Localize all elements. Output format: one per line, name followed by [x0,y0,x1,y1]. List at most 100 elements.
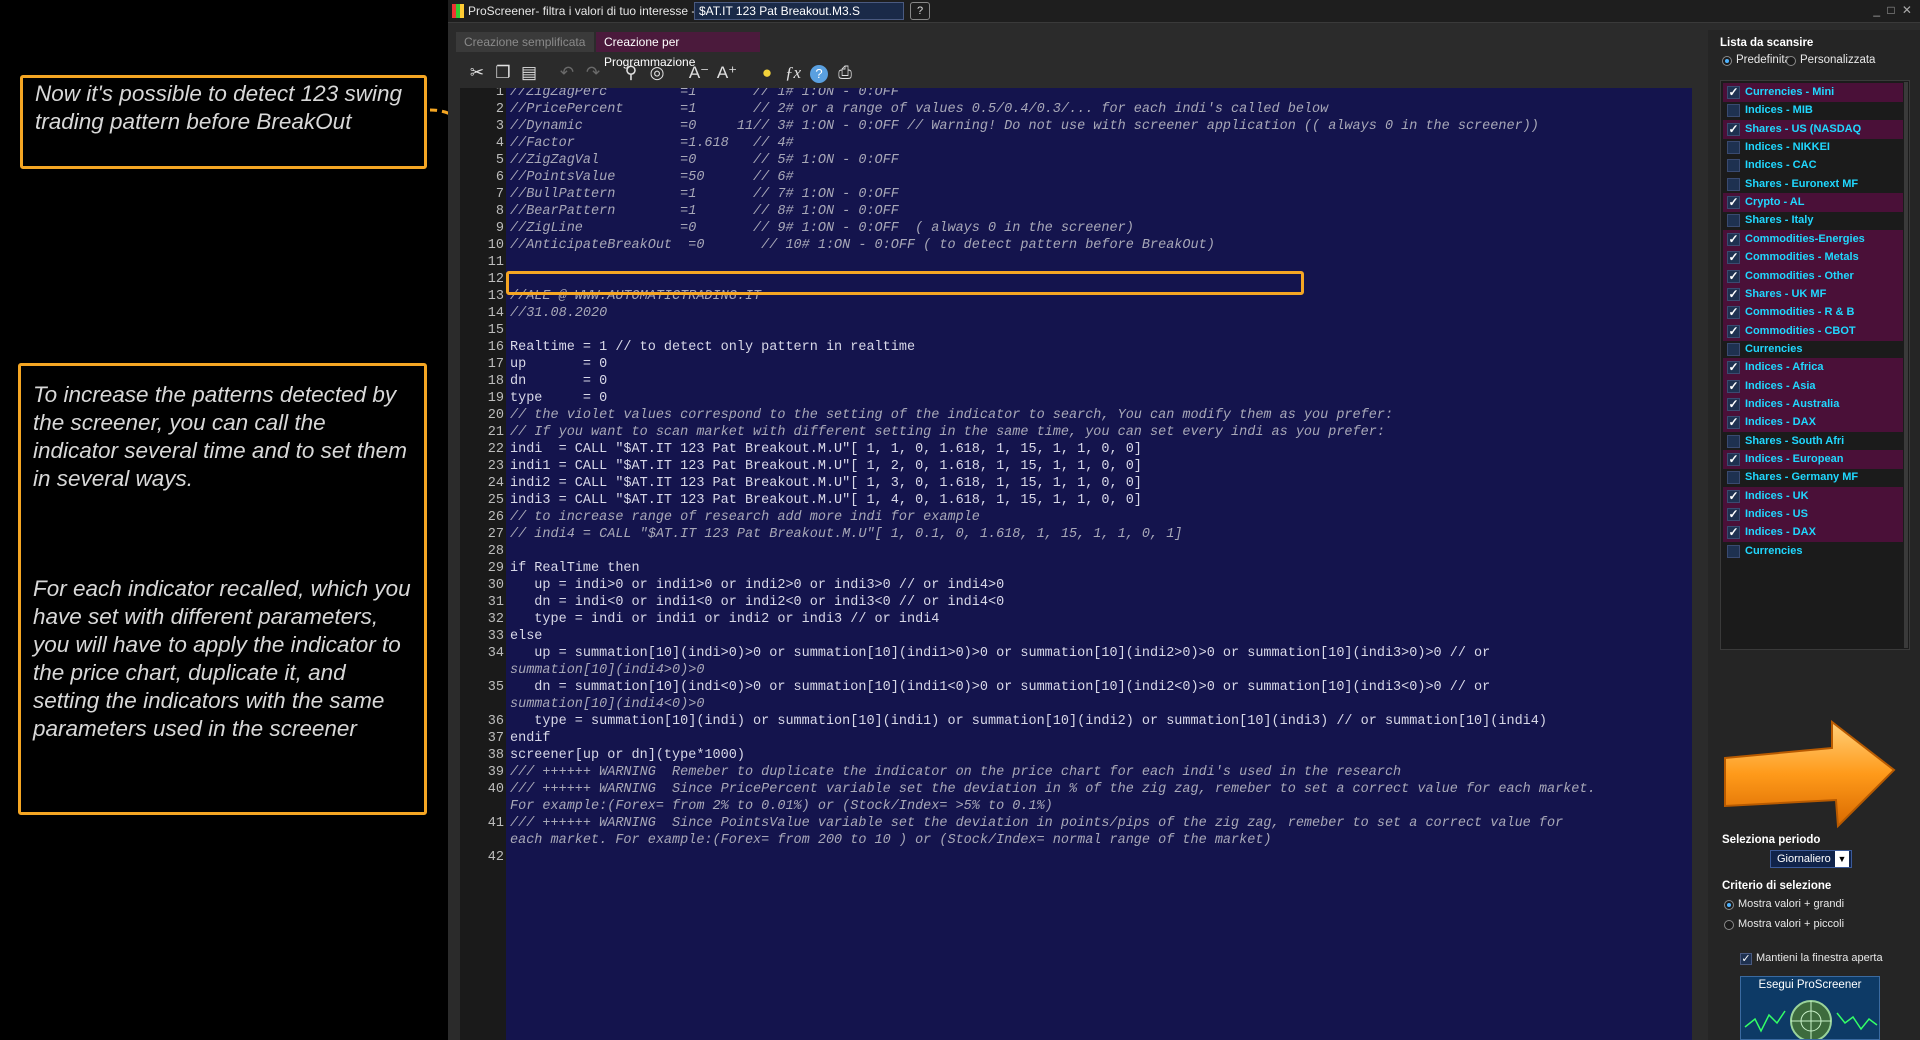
list-item[interactable]: Shares - South Afri [1723,432,1903,451]
tab-programming[interactable]: Creazione per Programmazione [596,32,760,69]
code-line: // the violet values correspond to the s… [510,408,1394,423]
list-item[interactable]: Indices - CAC [1723,156,1903,175]
list-item[interactable]: Currencies [1723,542,1903,561]
checkbox-checked-icon[interactable]: ✓ [1727,397,1740,411]
line-number: 34 [487,646,504,661]
line-number: 30 [487,578,504,593]
list-item[interactable]: Indices - MIB [1723,101,1903,120]
checkbox-checked-icon[interactable]: ✓ [1727,251,1740,265]
checkbox-checked-icon[interactable]: ✓ [1727,453,1740,466]
code-line: /// ++++++ WARNING Remeber to duplicate … [510,765,1402,780]
code-line: up = 0 [510,357,608,372]
checkbox-icon[interactable] [1727,141,1740,155]
list-item[interactable]: ✓ Indices - UK [1723,486,1903,506]
checkbox-checked-icon[interactable]: ✓ [1727,306,1740,320]
radio-predefined-label: Predefinita [1736,54,1791,66]
code-editor[interactable]: 1 2 3 4 5 6 7 8 9 10 11 12 13 14 15 16 17 18 19 20 21 22 23 24 2… [460,88,1692,1040]
code-line: //ZigZagPerc =1 // 1# 1:ON - 0:OFF [510,88,899,100]
list-item[interactable]: ✓ Indices - DAX [1723,523,1903,543]
radio-show-low[interactable] [1724,920,1734,930]
list-item[interactable]: ✓ Commodities-Energies [1723,229,1903,249]
search-icon[interactable]: ⚲ [620,62,642,84]
checkbox-checked-icon[interactable]: ✓ [1727,526,1740,540]
period-select-value: Giornaliero [1777,853,1831,865]
checkbox-checked-icon[interactable]: ✓ [1727,324,1740,338]
code-line: indi2 = CALL "$AT.IT 123 Pat Breakout.M.… [510,476,1142,491]
radio-predefined[interactable] [1722,56,1732,66]
checkbox-icon[interactable] [1727,159,1740,173]
list-item[interactable]: ✓ Shares - US (NASDAQ [1723,119,1903,139]
keep-open-checkbox[interactable]: ✓ [1740,953,1752,965]
list-item[interactable]: Indices - NIKKEI [1723,138,1903,157]
checkbox-checked-icon[interactable]: ✓ [1727,508,1740,522]
checkbox-icon[interactable] [1727,177,1740,191]
paste-icon[interactable]: ▤ [518,62,540,84]
list-item[interactable]: ✓ Commodities - Metals [1723,248,1903,268]
checkbox-checked-icon[interactable]: ✓ [1727,287,1740,301]
list-item[interactable]: ✓ Crypto - AL [1723,193,1903,213]
print-icon[interactable]: ⎙ [834,62,856,84]
checkbox-icon[interactable] [1727,434,1740,448]
list-item[interactable]: Shares - Italy [1723,211,1903,230]
checkbox-icon[interactable] [1727,214,1740,228]
list-item[interactable]: ✓ Commodities - R & B [1723,303,1903,323]
checkbox-icon[interactable] [1727,104,1740,118]
file-name-field[interactable]: $AT.IT 123 Pat Breakout.M3.S [694,2,904,20]
checkbox-checked-icon[interactable]: ✓ [1727,361,1740,375]
window-controls[interactable]: _ □ ✕ [1873,3,1914,17]
checkbox-icon[interactable] [1727,471,1740,485]
list-item[interactable]: ✓ Indices - Africa [1723,358,1903,378]
list-item[interactable]: ✓ Commodities - Other [1723,266,1903,286]
checkbox-checked-icon[interactable]: ✓ [1727,269,1740,283]
list-item-label: Indices - Australia [1745,397,1840,410]
undo-icon[interactable]: ↶ [556,62,578,84]
checkbox-checked-icon[interactable]: ✓ [1727,232,1740,246]
list-item[interactable]: Currencies [1723,340,1903,359]
list-item[interactable]: ✓ Indices - European [1723,450,1903,469]
list-item[interactable]: ✓ Commodities - CBOT [1723,321,1903,341]
annotation-breakout: Now it's possible to detect 123 swing tr… [20,75,427,169]
checkbox-checked-icon[interactable]: ✓ [1727,122,1740,136]
scan-list-scrollbar[interactable] [1904,82,1908,648]
font-increase-icon[interactable]: A⁺ [714,62,740,84]
help-window-icon[interactable]: ? [910,2,930,20]
checkbox-icon[interactable] [1727,342,1740,356]
checkbox-checked-icon[interactable]: ✓ [1727,416,1740,430]
checkbox-checked-icon[interactable]: ✓ [1727,86,1740,99]
period-select[interactable]: Giornaliero ▼ [1770,850,1852,868]
radio-custom[interactable] [1786,56,1796,66]
list-item-label: Shares - Euronext MF [1745,177,1859,190]
list-item[interactable]: ✓ Indices - US [1723,505,1903,525]
checkbox-checked-icon[interactable]: ✓ [1727,379,1740,393]
list-item[interactable]: Shares - Germany MF [1723,468,1903,487]
run-proscreener-button[interactable]: Esegui ProScreener [1740,976,1880,1040]
copy-icon[interactable]: ❐ [492,62,514,84]
code-line: // to increase range of research add mor… [510,510,980,525]
list-item-label: Shares - Germany MF [1745,471,1859,484]
bulb-icon[interactable]: ● [756,62,778,84]
code-line: else [510,629,543,644]
tab-simplified[interactable]: Creazione semplificata [456,32,594,52]
code-line: indi3 = CALL "$AT.IT 123 Pat Breakout.M.… [510,493,1142,508]
code-line: summation[10](indi4>0)>0 [510,663,705,678]
list-item[interactable]: ✓ Currencies - Mini [1723,83,1903,102]
list-item[interactable]: ✓ Indices - Asia [1723,376,1903,396]
cut-icon[interactable]: ✂ [466,62,488,84]
list-item[interactable]: Shares - Euronext MF [1723,175,1903,194]
code-line: //PointsValue =50 // 6# [510,170,794,185]
find-replace-icon[interactable]: ◎ [646,62,668,84]
proscreener-window: ProScreener- filtra i valori di tuo inte… [448,0,1920,1040]
code-line: type = 0 [510,391,608,406]
checkbox-checked-icon[interactable]: ✓ [1727,489,1740,503]
checkbox-icon[interactable] [1727,544,1740,558]
list-item[interactable]: ✓ Shares - UK MF [1723,284,1903,304]
list-item[interactable]: ✓ Indices - DAX [1723,413,1903,433]
font-decrease-icon[interactable]: A⁻ [686,62,712,84]
radio-show-high[interactable] [1724,900,1734,910]
checkbox-checked-icon[interactable]: ✓ [1727,196,1740,210]
function-icon[interactable]: ƒx [782,62,804,84]
list-item[interactable]: ✓ Indices - Australia [1723,394,1903,414]
redo-icon[interactable]: ↷ [582,62,604,84]
help-icon[interactable]: ? [808,62,830,84]
line-number: 3 [495,119,504,134]
